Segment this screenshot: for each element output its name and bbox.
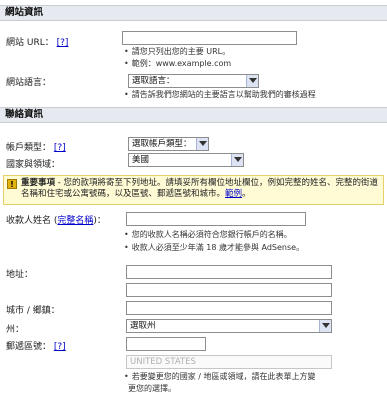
important-notice-body: - 您的款項將寄至下列地址。請填妥所有欄位地址欄位，例如完整的姓名、完整的街道名… [21, 178, 378, 199]
zip-code-input[interactable] [126, 337, 206, 351]
account-type-label: 帳戶類型： [?] [6, 140, 66, 153]
site-url-hint-2: • 範例：www.example.com [124, 59, 232, 68]
country-change-hint-1-text: 若要變更您的國家 / 地區或領域，請在此表單上方變 [131, 372, 316, 381]
city-label: 城市 / 鄉鎮： [6, 306, 60, 316]
state-select[interactable]: 選取州 [126, 319, 332, 333]
site-language-hint: • 請告訴我們您網站的主要語言以幫助我們的審核過程 [124, 90, 316, 99]
country-readonly-field: UNITED STATES [126, 355, 332, 369]
country-change-hint-2: 更您的選擇。 [128, 384, 176, 393]
payee-name-hint-1-text: 您的收款人名稱必須符合您銀行帳戶的名稱。 [131, 230, 292, 239]
address-line-1-input[interactable] [126, 265, 332, 279]
site-url-help-link[interactable]: [?] [57, 38, 69, 48]
warning-icon: ! [7, 179, 17, 189]
site-url-hint-1-text: 請您只列出您的主要 URL。 [131, 47, 231, 56]
zip-code-help-link[interactable]: [?] [54, 342, 66, 352]
site-language-select-value: 選取語言： [132, 76, 175, 86]
address-label: 地址： [6, 270, 34, 280]
site-language-hint-text: 請告訴我們您網站的主要語言以幫助我們的審核過程 [131, 90, 316, 99]
important-notice-box: ! 重要事項 - 您的款項將寄至下列地址。請填妥所有欄位地址欄位，例如完整的姓名… [3, 175, 384, 205]
contact-info-section-title: 聯絡資訊 [0, 107, 387, 123]
account-type-select[interactable]: 選取帳戶類型： [128, 137, 209, 151]
zip-code-label: 郵遞區號： [?] [6, 339, 66, 352]
site-language-label: 網站語言： [6, 78, 52, 88]
site-info-section-title: 網站資訊 [0, 5, 387, 21]
address-line-2-input[interactable] [126, 283, 332, 297]
city-input[interactable] [126, 301, 332, 315]
important-notice-prefix: 重要事項 [21, 178, 56, 188]
important-notice-suffix: 。 [242, 189, 251, 199]
site-url-input[interactable] [122, 31, 297, 45]
site-url-label: 網站 URL： [?] [6, 35, 68, 48]
account-type-label-text: 帳戶類型： [6, 143, 52, 153]
payee-name-label: 收款人姓名 (完整名稱)： [6, 213, 106, 226]
site-language-select[interactable]: 選取語言： [128, 74, 259, 88]
important-notice-text: 重要事項 - 您的款項將寄至下列地址。請填妥所有欄位地址欄位，例如完整的姓名、完… [21, 178, 381, 200]
country-select-value: 美國 [132, 155, 150, 165]
payee-full-name-link[interactable]: 完整名稱 [57, 216, 93, 226]
payee-name-hint-1: • 您的收款人名稱必須符合您銀行帳戶的名稱。 [124, 230, 292, 239]
site-url-hint-2-text: 範例：www.example.com [131, 59, 232, 68]
site-url-hint-1: • 請您只列出您的主要 URL。 [124, 47, 231, 56]
payee-name-label-suffix: )： [93, 216, 106, 226]
country-select[interactable]: 美國 [128, 153, 244, 167]
payee-name-input[interactable] [126, 212, 306, 226]
chevron-down-icon [319, 320, 331, 332]
zip-code-label-text: 郵遞區號： [6, 342, 52, 352]
chevron-down-icon [246, 75, 258, 87]
state-select-value: 選取州 [130, 321, 156, 331]
account-type-help-link[interactable]: [?] [54, 143, 66, 153]
country-label: 國家與領域： [6, 160, 61, 170]
payee-name-label-prefix: 收款人姓名 ( [6, 216, 58, 226]
chevron-down-icon [196, 138, 208, 150]
account-type-select-value: 選取帳戶類型： [132, 139, 192, 149]
payee-name-hint-2: • 收款人必須至少年滿 18 歲才能參與 AdSense。 [124, 243, 305, 252]
state-label: 州： [6, 325, 25, 335]
payee-name-hint-2-text: 收款人必須至少年滿 18 歲才能參與 AdSense。 [131, 243, 305, 252]
address-example-link[interactable]: 範例 [225, 189, 242, 199]
country-change-hint-1: • 若要變更您的國家 / 地區或領域，請在此表單上方變 [124, 372, 316, 381]
chevron-down-icon [231, 154, 243, 166]
site-url-label-text: 網站 URL： [6, 38, 54, 48]
